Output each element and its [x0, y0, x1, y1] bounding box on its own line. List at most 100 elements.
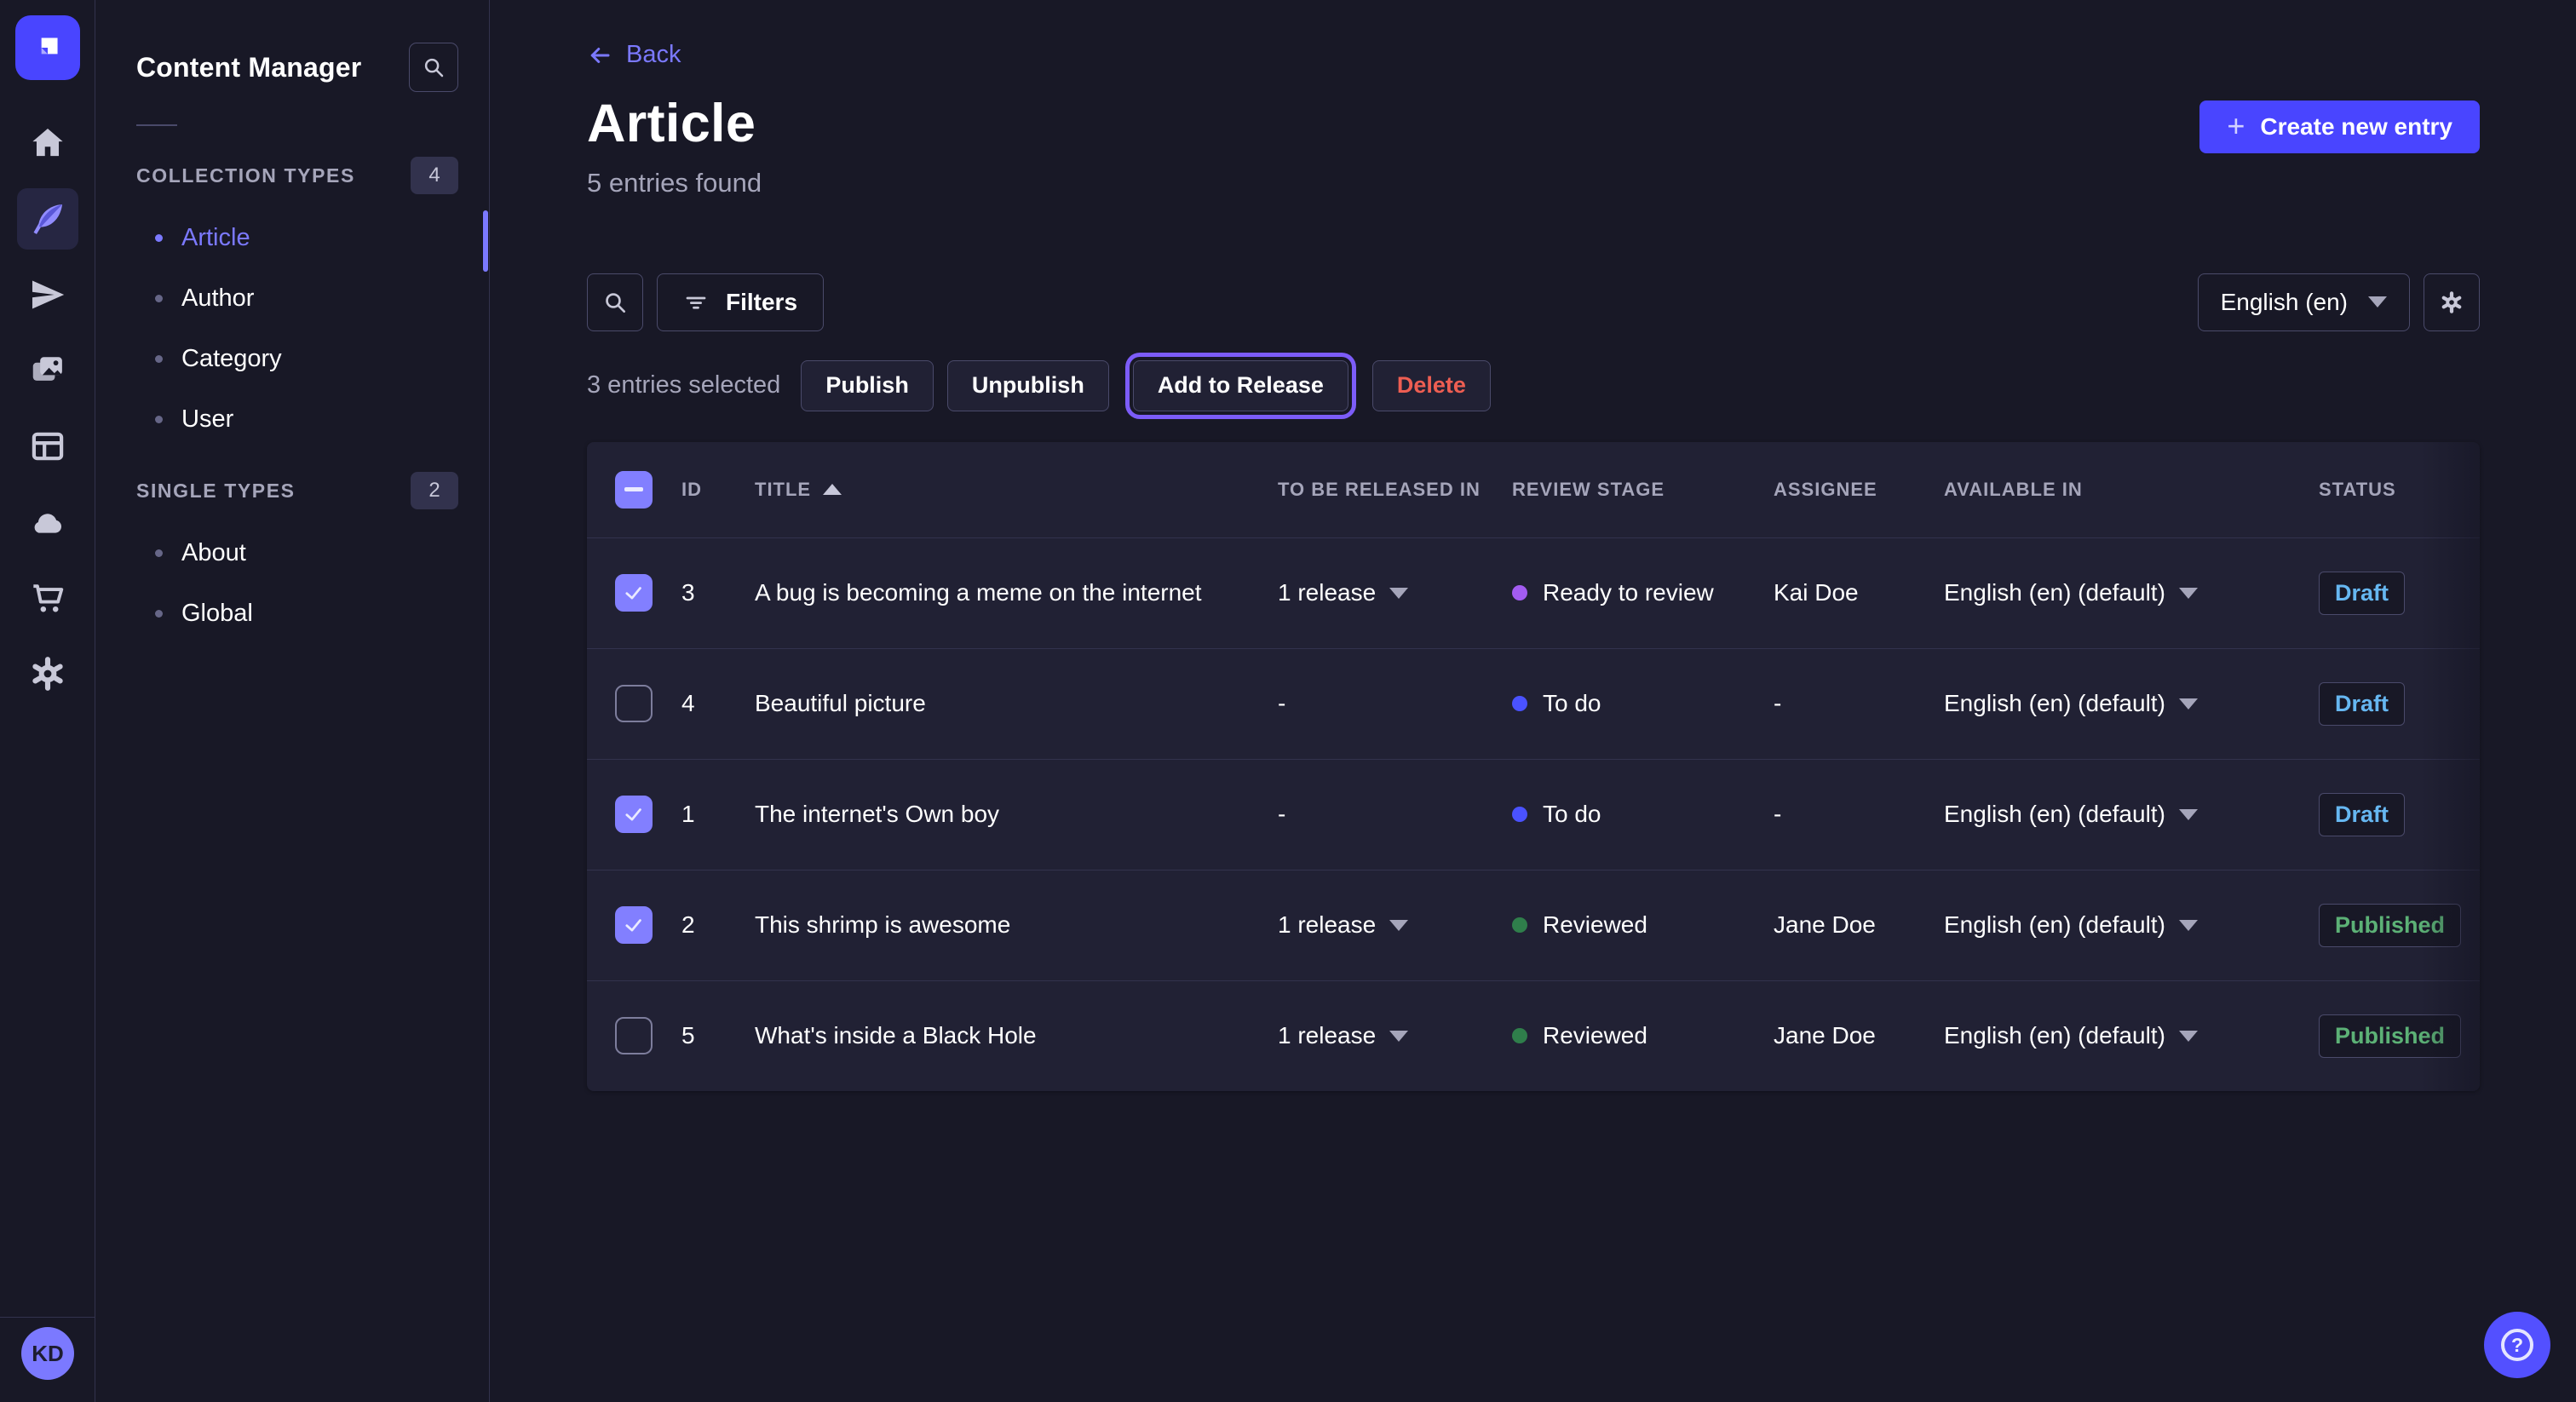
status-badge: Draft	[2319, 572, 2405, 615]
strapi-logo-icon	[30, 30, 66, 66]
releases-send-icon[interactable]	[17, 264, 78, 325]
row-id: 4	[681, 690, 755, 717]
row-title: Beautiful picture	[755, 690, 1278, 717]
sidebar-scrollbar-thumb[interactable]	[483, 210, 488, 272]
table-row[interactable]: 1 The internet's Own boy - To do - Engli…	[587, 759, 2480, 870]
chevron-down-icon	[1389, 920, 1408, 931]
search-icon	[421, 55, 446, 80]
row-locales-dropdown[interactable]: English (en) (default)	[1944, 801, 2319, 828]
table-row[interactable]: 5 What's inside a Black Hole 1 release R…	[587, 980, 2480, 1091]
publish-button[interactable]: Publish	[801, 360, 934, 411]
media-library-icon[interactable]	[17, 340, 78, 401]
sidebar-item[interactable]: User	[95, 389, 489, 450]
table-row[interactable]: 2 This shrimp is awesome 1 release Revie…	[587, 870, 2480, 980]
check-icon	[621, 912, 647, 938]
status-badge: Draft	[2319, 793, 2405, 836]
filters-button[interactable]: Filters	[657, 273, 824, 331]
row-title: The internet's Own boy	[755, 801, 1278, 828]
arrow-left-icon	[587, 43, 612, 68]
avatar[interactable]: KD	[21, 1327, 74, 1380]
col-id: ID	[681, 479, 755, 501]
search-button[interactable]	[587, 273, 643, 331]
row-checkbox[interactable]	[615, 906, 653, 944]
row-id: 2	[681, 911, 755, 939]
chevron-down-icon	[2368, 296, 2387, 307]
marketplace-cart-icon[interactable]	[17, 567, 78, 629]
table-body: 3 A bug is becoming a meme on the intern…	[587, 537, 2480, 1091]
table-header-row: ID TITLE TO BE RELEASED IN REVIEW STAGE …	[587, 442, 2480, 537]
row-locales-dropdown[interactable]: English (en) (default)	[1944, 1022, 2319, 1049]
sidebar-item[interactable]: Global	[95, 583, 489, 644]
chevron-down-icon	[2179, 1031, 2198, 1042]
content-type-builder-icon[interactable]	[17, 416, 78, 477]
row-locales-dropdown[interactable]: English (en) (default)	[1944, 690, 2319, 717]
home-icon[interactable]	[17, 112, 78, 174]
row-releases-dropdown[interactable]: 1 release	[1278, 579, 1512, 606]
help-button[interactable]: ?	[2484, 1312, 2550, 1378]
single-types-count-badge: 2	[411, 472, 458, 509]
view-settings-button[interactable]	[2424, 273, 2480, 331]
row-locales-dropdown[interactable]: English (en) (default)	[1944, 911, 2319, 939]
chevron-down-icon	[2179, 809, 2198, 820]
sidebar-item[interactable]: Article	[95, 208, 489, 268]
sidebar-search-button[interactable]	[409, 43, 458, 92]
back-label: Back	[626, 41, 681, 69]
sidebar-item-label: Article	[181, 224, 250, 252]
unpublish-button[interactable]: Unpublish	[947, 360, 1109, 411]
sidebar-item[interactable]: Author	[95, 268, 489, 329]
row-releases-dropdown[interactable]: 1 release	[1278, 911, 1512, 939]
back-link[interactable]: Back	[587, 41, 681, 69]
col-to-be-released-in: TO BE RELEASED IN	[1278, 479, 1512, 501]
deploy-cloud-icon[interactable]	[17, 491, 78, 553]
add-to-release-button[interactable]: Add to Release	[1133, 360, 1348, 411]
row-releases-dropdown[interactable]: -	[1278, 690, 1512, 717]
content-manager-sidebar: Content Manager COLLECTION TYPES 4 Artic…	[95, 0, 490, 1402]
strapi-logo[interactable]	[15, 15, 80, 80]
row-review-stage: To do	[1512, 801, 1774, 828]
sidebar-item[interactable]: About	[95, 523, 489, 583]
entries-table: ID TITLE TO BE RELEASED IN REVIEW STAGE …	[587, 442, 2480, 1091]
row-checkbox[interactable]	[615, 1017, 653, 1054]
col-review-stage: REVIEW STAGE	[1512, 479, 1774, 501]
table-row[interactable]: 4 Beautiful picture - To do - English (e…	[587, 648, 2480, 759]
select-all-checkbox[interactable]	[615, 471, 653, 509]
check-icon	[621, 802, 647, 827]
create-new-entry-button[interactable]: + Create new entry	[2199, 101, 2480, 153]
col-title[interactable]: TITLE	[755, 479, 1278, 501]
page-title: Article	[587, 93, 2480, 154]
sidebar-item-label: Global	[181, 600, 253, 628]
sidebar-item-label: About	[181, 539, 246, 567]
app-rail: KD	[0, 0, 95, 1402]
question-mark-icon: ?	[2501, 1329, 2533, 1361]
section-label: COLLECTION TYPES	[136, 164, 355, 187]
entries-count: 5 entries found	[587, 168, 2480, 198]
stage-dot-icon	[1512, 807, 1527, 822]
row-locales-dropdown[interactable]: English (en) (default)	[1944, 579, 2319, 606]
stage-dot-icon	[1512, 585, 1527, 600]
row-title: This shrimp is awesome	[755, 911, 1278, 939]
bullet-icon	[155, 549, 163, 557]
row-checkbox[interactable]	[615, 574, 653, 612]
row-checkbox[interactable]	[615, 796, 653, 833]
sidebar-item[interactable]: Category	[95, 329, 489, 389]
content-manager-feather-icon[interactable]	[17, 188, 78, 250]
settings-gear-icon[interactable]	[17, 643, 78, 704]
row-id: 3	[681, 579, 755, 606]
collection-types-count-badge: 4	[411, 157, 458, 194]
row-checkbox[interactable]	[615, 685, 653, 722]
locale-value: English (en)	[2221, 289, 2348, 316]
table-row[interactable]: 3 A bug is becoming a meme on the intern…	[587, 537, 2480, 648]
chevron-down-icon	[1389, 588, 1408, 599]
stage-dot-icon	[1512, 696, 1527, 711]
collection-types-section: COLLECTION TYPES 4	[136, 157, 458, 194]
row-releases-dropdown[interactable]: -	[1278, 801, 1512, 828]
stage-dot-icon	[1512, 1028, 1527, 1043]
list-controls: Filters English (en)	[587, 273, 2480, 331]
row-assignee: -	[1774, 690, 1944, 717]
delete-button[interactable]: Delete	[1372, 360, 1491, 411]
gear-icon	[2438, 289, 2465, 316]
locale-select[interactable]: English (en)	[2198, 273, 2410, 331]
row-releases-dropdown[interactable]: 1 release	[1278, 1022, 1512, 1049]
sidebar-item-label: User	[181, 405, 233, 434]
selected-count: 3 entries selected	[587, 371, 780, 399]
